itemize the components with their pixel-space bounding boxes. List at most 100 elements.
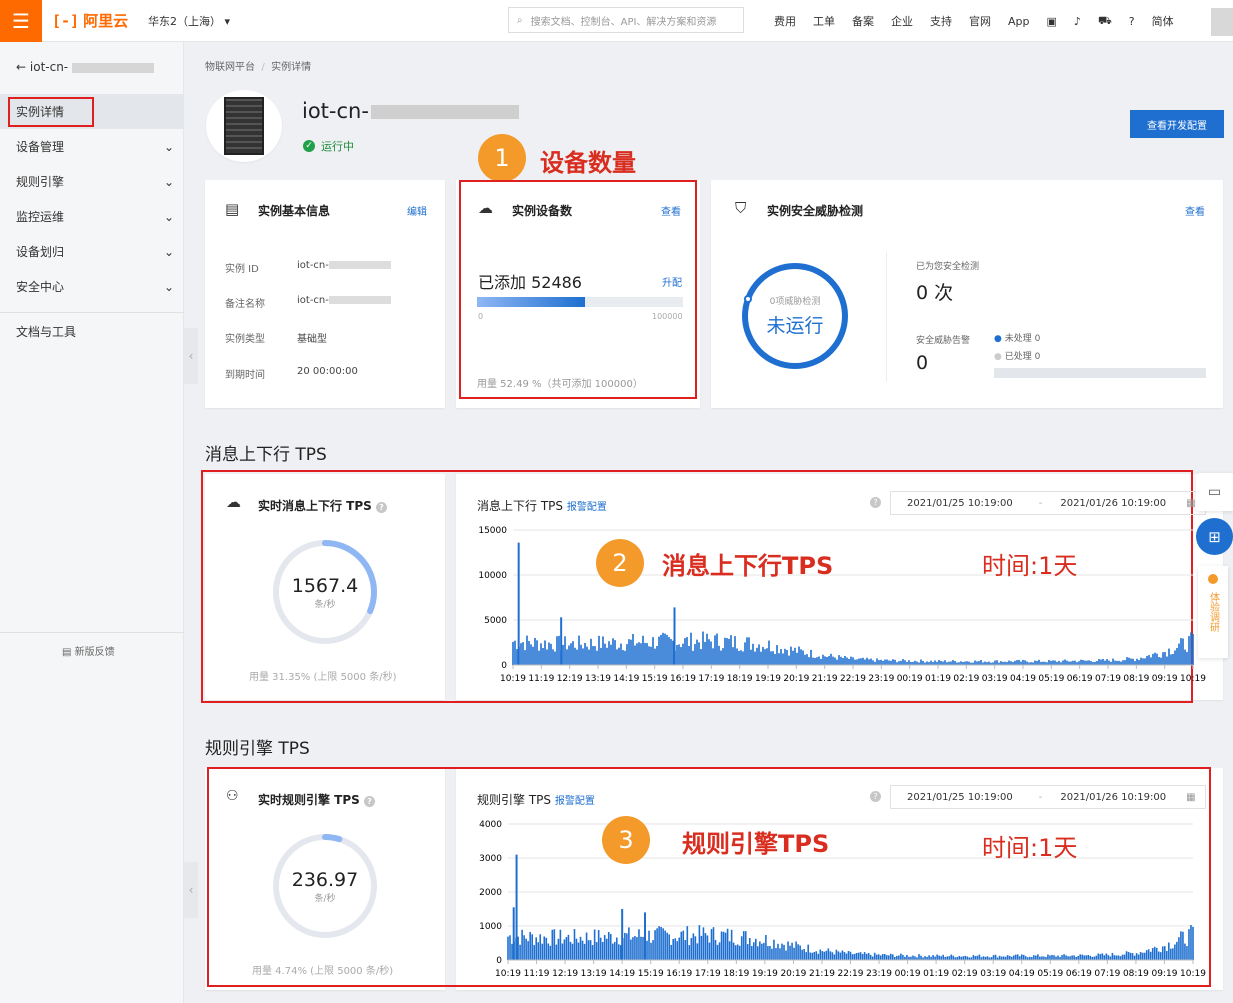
feedback-link[interactable]: ▤ 新版反馈 — [62, 643, 115, 658]
collapse-handle[interactable]: ‹ — [184, 328, 198, 384]
chart-title: 规则引擎 TPS 报警配置 — [477, 791, 595, 808]
cart-icon[interactable]: ⛟ — [1098, 14, 1112, 29]
annotation-badge: 1 — [478, 134, 526, 182]
avatar[interactable] — [1211, 8, 1233, 36]
date-start[interactable]: 2021/01/25 10:19:00 — [907, 792, 1013, 803]
nav-enterprise[interactable]: 企业 — [891, 13, 913, 29]
upgrade-link[interactable]: 升配 — [662, 274, 682, 289]
view-link[interactable]: 查看 — [661, 203, 681, 218]
sidebar-item-rule-engine[interactable]: 规则引擎 ⌄ — [0, 164, 184, 199]
x-tick-label: 12:19 — [552, 969, 578, 979]
date-end[interactable]: 2021/01/26 10:19:00 — [1060, 498, 1166, 509]
date-range-picker[interactable]: 2021/01/25 10:19:00 - 2021/01/26 10:19:0… — [890, 785, 1206, 809]
aliyun-logo[interactable]: [-] 阿里云 — [52, 10, 128, 31]
x-tick-label: 08:19 — [1123, 969, 1149, 979]
breadcrumb-sep: / — [261, 62, 265, 73]
language-switch[interactable]: 简体 — [1152, 13, 1174, 29]
x-tick-label: 12:19 — [557, 674, 583, 684]
dev-config-button[interactable]: 查看开发配置 — [1130, 110, 1224, 138]
chart-title-text: 消息上下行 TPS — [477, 499, 563, 513]
collapse-handle[interactable]: ‹ — [184, 862, 198, 918]
nav-app[interactable]: App — [1008, 15, 1030, 28]
date-separator: - — [1038, 791, 1043, 803]
device-usage-text: 用量 52.49 %（共可添加 100000） — [477, 379, 643, 390]
chevron-left-icon: ‹ — [188, 883, 194, 897]
x-tick-label: 18:19 — [723, 969, 749, 979]
rule-network-icon: ⚇ — [226, 788, 239, 804]
sidebar-item-label: 规则引擎 — [16, 175, 65, 189]
alarm-config-link[interactable]: 报警配置 — [567, 502, 607, 513]
terminal-icon[interactable]: ▣ — [1047, 15, 1057, 28]
section-title: 消息上下行 TPS — [205, 445, 327, 465]
edit-link[interactable]: 编辑 — [407, 203, 427, 218]
survey-dot-icon — [1208, 574, 1218, 584]
chat-icon[interactable]: ▭ — [1196, 473, 1233, 511]
back-link[interactable]: ← iot-cn- — [16, 60, 154, 74]
y-tick-label: 0 — [496, 956, 502, 966]
x-tick-label: 13:19 — [585, 674, 611, 684]
question-icon[interactable]: ? — [870, 497, 881, 508]
usage-text: 用量 31.35% (上限 5000 条/秒) — [249, 672, 397, 683]
question-icon[interactable]: ? — [870, 791, 881, 802]
x-tick-label: 21:19 — [812, 674, 838, 684]
calendar-icon[interactable]: ▦ — [1186, 792, 1195, 803]
sidebar-item-security[interactable]: 安全中心 ⌄ — [0, 269, 184, 304]
nav-tickets[interactable]: 工单 — [813, 13, 835, 29]
x-tick-label: 07:19 — [1094, 969, 1120, 979]
chevron-down-icon: ⌄ — [163, 174, 174, 189]
chevron-down-icon: ⌄ — [163, 279, 174, 294]
apps-icon[interactable]: ⊞ — [1196, 518, 1233, 555]
help-icon[interactable]: ? — [1129, 15, 1135, 28]
sidebar-item-device-assign[interactable]: 设备划归 ⌄ — [0, 234, 184, 269]
sidebar-item-label: 文档与工具 — [16, 325, 77, 339]
x-tick-label: 20:19 — [783, 674, 809, 684]
sidebar-item-device-mgmt[interactable]: 设备管理 ⌄ — [0, 129, 184, 164]
nav-official[interactable]: 官网 — [969, 13, 991, 29]
legend-dot-icon: ● — [994, 352, 1002, 362]
sidebar-item-label: 设备管理 — [16, 140, 65, 154]
calendar-icon[interactable]: ▦ — [1186, 498, 1195, 509]
msg-tps-chart: 05000100001500010:19 11:19 12:19 13:19 14:19… — [478, 526, 1206, 684]
top-nav: 费用 工单 备案 企业 支持 官网 App ▣ ♪ ⛟ ? 简体 — [774, 13, 1174, 29]
x-tick-label: 23:19 — [866, 969, 892, 979]
x-tick-label: 14:19 — [609, 969, 635, 979]
x-tick-label: 22:19 — [838, 969, 864, 979]
date-range-picker[interactable]: 2021/01/25 10:19:00 - 2021/01/26 10:19:0… — [890, 491, 1206, 515]
progress-max: 100000 — [652, 312, 683, 321]
x-tick-label: 13:19 — [581, 969, 607, 979]
progress-min: 0 — [478, 312, 484, 321]
nav-fees[interactable]: 费用 — [774, 13, 796, 29]
breadcrumb-root[interactable]: 物联网平台 — [205, 62, 255, 73]
date-end[interactable]: 2021/01/26 10:19:00 — [1060, 792, 1166, 803]
menu-icon[interactable]: ☰ — [0, 0, 42, 42]
nav-icp[interactable]: 备案 — [852, 13, 874, 29]
sidebar-item-monitoring[interactable]: 监控运维 ⌄ — [0, 199, 184, 234]
question-icon[interactable]: ? — [364, 796, 375, 807]
x-tick-label: 10:19 — [1180, 969, 1206, 979]
alarm-config-link[interactable]: 报警配置 — [555, 796, 595, 807]
sidebar-item-docs[interactable]: 文档与工具 — [0, 314, 184, 349]
survey-button[interactable]: 体验调研 — [1198, 566, 1228, 658]
rule-rt-ring-arc — [273, 834, 377, 938]
x-tick-label: 09:19 — [1152, 674, 1178, 684]
feedback-icon: ▤ — [62, 647, 72, 658]
search-icon: ⌕ — [517, 14, 523, 26]
check-icon: ✓ — [303, 140, 315, 152]
view-link[interactable]: 查看 — [1185, 203, 1205, 218]
y-tick-label: 0 — [501, 661, 507, 671]
question-icon[interactable]: ? — [376, 502, 387, 513]
cloud-sync-icon: ☁ — [226, 493, 241, 511]
x-tick-label: 18:19 — [727, 674, 753, 684]
logo-mark-icon: [-] — [52, 11, 80, 30]
nav-support[interactable]: 支持 — [930, 13, 952, 29]
search-box[interactable]: ⌕ 搜索文档、控制台、API、解决方案和资源 — [508, 7, 744, 33]
bell-icon[interactable]: ♪ — [1074, 15, 1081, 28]
region-selector[interactable]: 华东2（上海） ▾ — [148, 13, 230, 29]
card-title: 实例基本信息 — [258, 204, 331, 218]
card-title: 实时规则引擎 TPS ? — [258, 791, 375, 808]
info-value: 20 00:00:00 — [297, 366, 358, 377]
x-tick-label: 10:19 — [500, 674, 526, 684]
info-label: 实例类型 — [225, 334, 265, 345]
x-tick-label: 15:19 — [642, 674, 668, 684]
date-start[interactable]: 2021/01/25 10:19:00 — [907, 498, 1013, 509]
